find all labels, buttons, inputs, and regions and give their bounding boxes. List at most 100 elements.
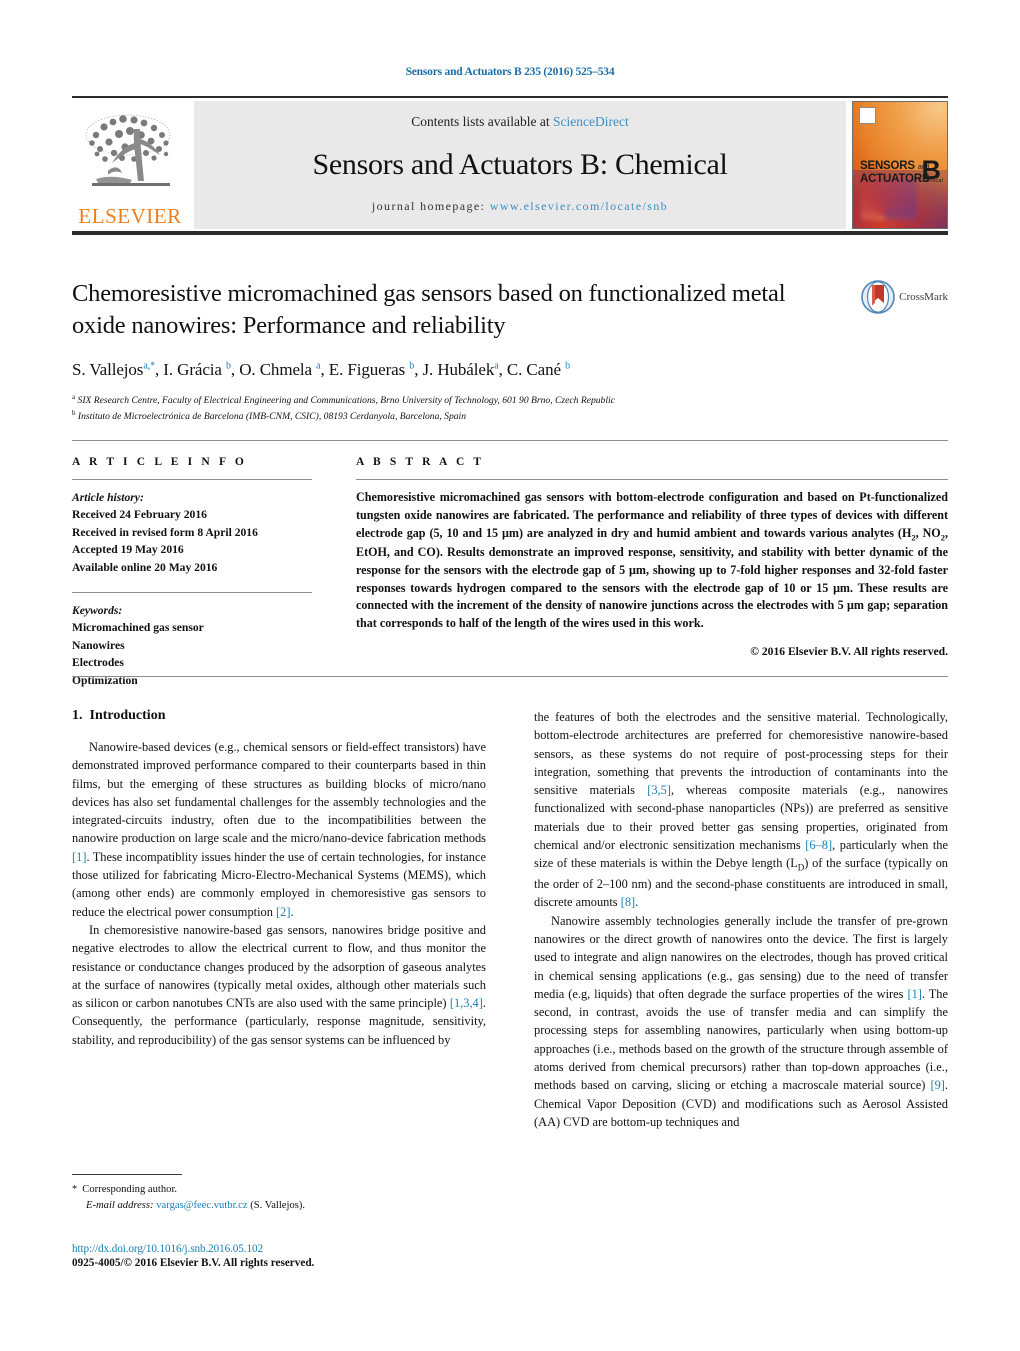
author-3: E. Figueras b <box>328 359 415 379</box>
author-name-4: J. Hubálek <box>422 359 495 379</box>
email-link[interactable]: vargas@feec.vutbr.cz <box>156 1200 247 1211</box>
contents-line: Contents lists available at ScienceDirec… <box>411 114 628 130</box>
abstract-column: A B S T R A C T Chemoresistive micromach… <box>356 456 948 658</box>
author-marks-2: a <box>316 360 321 371</box>
paper-page: Sensors and Actuators B 235 (2016) 525–5… <box>0 0 1020 1351</box>
abstract-heading: A B S T R A C T <box>356 456 485 468</box>
abstract-text: Chemoresistive micromachined gas sensors… <box>356 489 948 633</box>
running-head: Sensors and Actuators B 235 (2016) 525–5… <box>405 66 615 78</box>
elsevier-wordmark: ELSEVIER <box>78 204 182 228</box>
keyword-0: Micromachined gas sensor <box>72 621 204 635</box>
article-history-label: Article history: <box>72 491 144 504</box>
cover-sublabel: Chemical <box>918 177 943 184</box>
keyword-3: Optimization <box>72 673 138 687</box>
citation-2[interactable]: [2] <box>276 905 290 919</box>
footnote-block: * Corresponding author. E-mail address: v… <box>72 1174 486 1214</box>
journal-title: Sensors and Actuators B: Chemical <box>312 147 728 181</box>
affiliation-mark-b: b <box>72 409 76 418</box>
author-4: J. Hubáleka <box>423 360 499 379</box>
author-marks-0: a,* <box>143 360 155 371</box>
journal-band: Contents lists available at ScienceDirec… <box>194 101 846 229</box>
masthead-top-rule <box>72 96 948 98</box>
author-marks-4: a <box>494 360 499 371</box>
affiliation-mark-a: a <box>72 392 76 401</box>
paragraph-intro-1: Nanowire-based devices (e.g., chemical s… <box>72 738 486 921</box>
author-marks-5: b <box>565 360 571 371</box>
paragraph-intro-3: the features of both the electrodes and … <box>534 708 948 912</box>
run-text: Nanowire-based devices (e.g., chemical s… <box>72 740 486 846</box>
journal-cover-thumbnail[interactable]: SENSORS and ACTUATORS B Chemical <box>852 101 948 229</box>
article-info-rule <box>72 479 312 480</box>
keyword-2: Electrodes <box>72 656 124 670</box>
author-5: C. Cané b <box>507 360 570 379</box>
homepage-prefix: journal homepage: <box>371 199 490 213</box>
affiliation-text-a: SIX Research Centre, Faculty of Electric… <box>77 394 615 406</box>
email-owner: (S. Vallejos). <box>250 1199 306 1211</box>
citation-35[interactable]: [3,5] <box>647 783 671 797</box>
citation-8[interactable]: [8] <box>621 895 635 909</box>
citation-1-b[interactable]: [1] <box>907 987 921 1001</box>
section-number: 1. <box>72 708 83 723</box>
homepage-url-link[interactable]: www.elsevier.com/locate/snb <box>490 199 668 213</box>
footnote-rule <box>72 1174 182 1175</box>
abstract-part-1c: , EtOH, and CO). Results demonstrate an … <box>356 525 948 631</box>
citation-134[interactable]: [1,3,4] <box>450 996 483 1010</box>
article-info-column: A R T I C L E I N F O Article history: R… <box>72 456 312 689</box>
run-text: Nanowire assembly technologies generally… <box>534 913 948 1001</box>
elsevier-logo: ELSEVIER <box>72 101 188 229</box>
crossmark-badge[interactable]: CrossMark <box>861 280 948 314</box>
journal-homepage-line: journal homepage: www.elsevier.com/locat… <box>372 199 668 214</box>
author-2: O. Chmela a <box>239 360 320 379</box>
body-column-left: 1. Introduction Nanowire-based devices (e… <box>72 708 486 1131</box>
run-text: . The second, in contrast, avoids the us… <box>534 986 948 1093</box>
cover-line1: SENSORS <box>860 159 915 172</box>
affiliation-list: a SIX Research Centre, Faculty of Electr… <box>72 392 948 425</box>
email-label: E-mail address: <box>86 1199 154 1211</box>
doi-link[interactable]: http://dx.doi.org/10.1016/j.snb.2016.05.… <box>72 1243 572 1255</box>
history-item-0: Received 24 February 2016 <box>72 508 207 522</box>
sciencedirect-link[interactable]: ScienceDirect <box>553 114 629 129</box>
crossmark-label: CrossMark <box>899 291 948 303</box>
title-block: Chemoresistive micromachined gas sensors… <box>72 278 948 424</box>
corresponding-label: Corresponding author. <box>82 1184 178 1195</box>
crossmark-icon <box>861 280 895 314</box>
corresponding-author-line: * Corresponding author. <box>72 1182 486 1198</box>
article-info-heading: A R T I C L E I N F O <box>72 456 247 468</box>
author-name-3: E. Figueras <box>328 359 406 379</box>
affiliation-text-b: Instituto de Microelectrónica de Barcelo… <box>77 411 467 423</box>
elsevier-tree-icon <box>85 114 171 186</box>
abstract-rule <box>356 479 948 480</box>
contents-prefix: Contents lists available at <box>411 114 553 129</box>
author-list: S. Vallejosa,*, I. Grácia b, O. Chmela a… <box>72 359 571 379</box>
article-history-group: Article history: Received 24 February 20… <box>72 489 312 576</box>
section-name: Introduction <box>89 708 166 723</box>
body-columns: 1. Introduction Nanowire-based devices (e… <box>72 708 948 1131</box>
masthead-bottom-rule <box>72 231 948 235</box>
author-1: I. Grácia b <box>163 360 231 379</box>
affiliation-b: b Instituto de Microelectrónica de Barce… <box>72 408 948 424</box>
corresponding-star: * <box>72 1184 78 1195</box>
doi-block: http://dx.doi.org/10.1016/j.snb.2016.05.… <box>72 1243 572 1269</box>
abstract-part-1: Chemoresistive micromachined gas sensors… <box>356 490 948 540</box>
citation-68[interactable]: [6–8] <box>805 838 832 852</box>
paragraph-intro-4: Nanowire assembly technologies generally… <box>534 912 948 1132</box>
abstract-copyright: © 2016 Elsevier B.V. All rights reserved… <box>750 645 948 659</box>
section-heading-introduction: 1. Introduction <box>72 708 486 724</box>
run-text: . <box>290 904 294 919</box>
history-item-3: Available online 20 May 2016 <box>72 560 218 574</box>
body-column-right: the features of both the electrodes and … <box>534 708 948 1131</box>
keywords-rule <box>72 591 312 593</box>
author-name-5: C. Cané <box>506 359 561 379</box>
author-0: S. Vallejosa,* <box>72 360 155 379</box>
author-name-1: I. Grácia <box>163 359 222 379</box>
cover-elsevier-mark-icon <box>859 107 876 124</box>
run-text: In chemoresistive nanowire-based gas sen… <box>72 922 486 1011</box>
citation-1[interactable]: [1] <box>72 850 86 864</box>
history-item-2: Accepted 19 May 2016 <box>72 543 184 557</box>
keywords-label: Keywords: <box>72 603 123 617</box>
author-marks-1: b <box>226 360 231 371</box>
history-item-1: Received in revised form 8 April 2016 <box>72 525 258 539</box>
affiliation-a: a SIX Research Centre, Faculty of Electr… <box>72 392 948 408</box>
author-name-2: O. Chmela <box>239 359 312 379</box>
citation-9[interactable]: [9] <box>930 1078 944 1092</box>
